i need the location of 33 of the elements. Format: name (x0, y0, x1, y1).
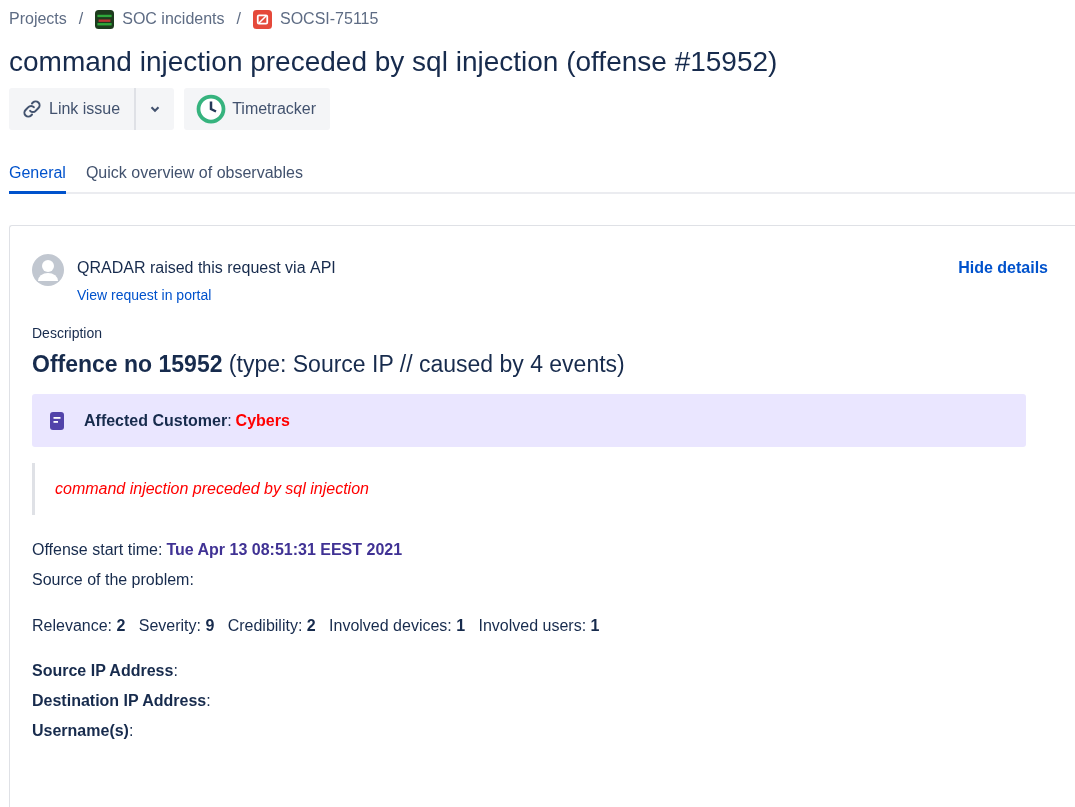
tab[interactable]: General (9, 164, 66, 194)
project-avatar-icon (95, 9, 115, 29)
quote-text: command injection preceded by sql injection (55, 480, 369, 497)
issue-title: command injection preceded by sql injection (offense #15952) (9, 46, 779, 78)
breadcrumb-separator: / (236, 10, 241, 28)
panel-label: Affected Customer (84, 411, 228, 430)
clock-icon (196, 94, 227, 124)
request-source-text: QRADAR raised this request via API (77, 259, 337, 277)
tab[interactable]: Quick overview of observables (85, 164, 303, 194)
panel-colon: : (227, 411, 232, 430)
breadcrumb-link[interactable]: SOCSI-75115 (279, 10, 379, 28)
dropdown-button[interactable] (136, 88, 175, 130)
portal-link[interactable]: View request in portal (77, 287, 959, 303)
user-avatar-icon (32, 254, 64, 286)
field-label: Username(s): (32, 721, 135, 741)
customer-name: Cybers (235, 411, 290, 430)
field-label: Destination IP Address: (32, 691, 212, 711)
link-icon (21, 98, 43, 120)
note-icon (50, 411, 64, 430)
start-time-value: Tue Apr 13 08:51:31 EEST 2021 (166, 541, 403, 558)
hide-details-link[interactable]: Hide details (958, 254, 1048, 277)
breadcrumb-separator: / (78, 10, 84, 28)
start-time-label: Offense start time: (32, 541, 163, 558)
field-label: Description (32, 325, 104, 341)
action-button[interactable]: Timetracker (184, 88, 330, 130)
stats-text: Relevance: 2 Severity: 9 Credibility: 2 Involved devices: 1 Involved users: 1 (32, 616, 601, 636)
source-label: Source of the problem: (32, 570, 195, 590)
field-label: Source IP Address: (32, 661, 179, 681)
issue-type-icon (252, 9, 272, 29)
offence-heading: Offence no 15952 (type: Source IP // caused by 4 events) (32, 351, 626, 378)
breadcrumb-link[interactable]: SOC incidents (122, 10, 225, 28)
action-button[interactable]: Link issue (9, 88, 137, 130)
breadcrumb-link[interactable]: Projects (9, 10, 67, 28)
